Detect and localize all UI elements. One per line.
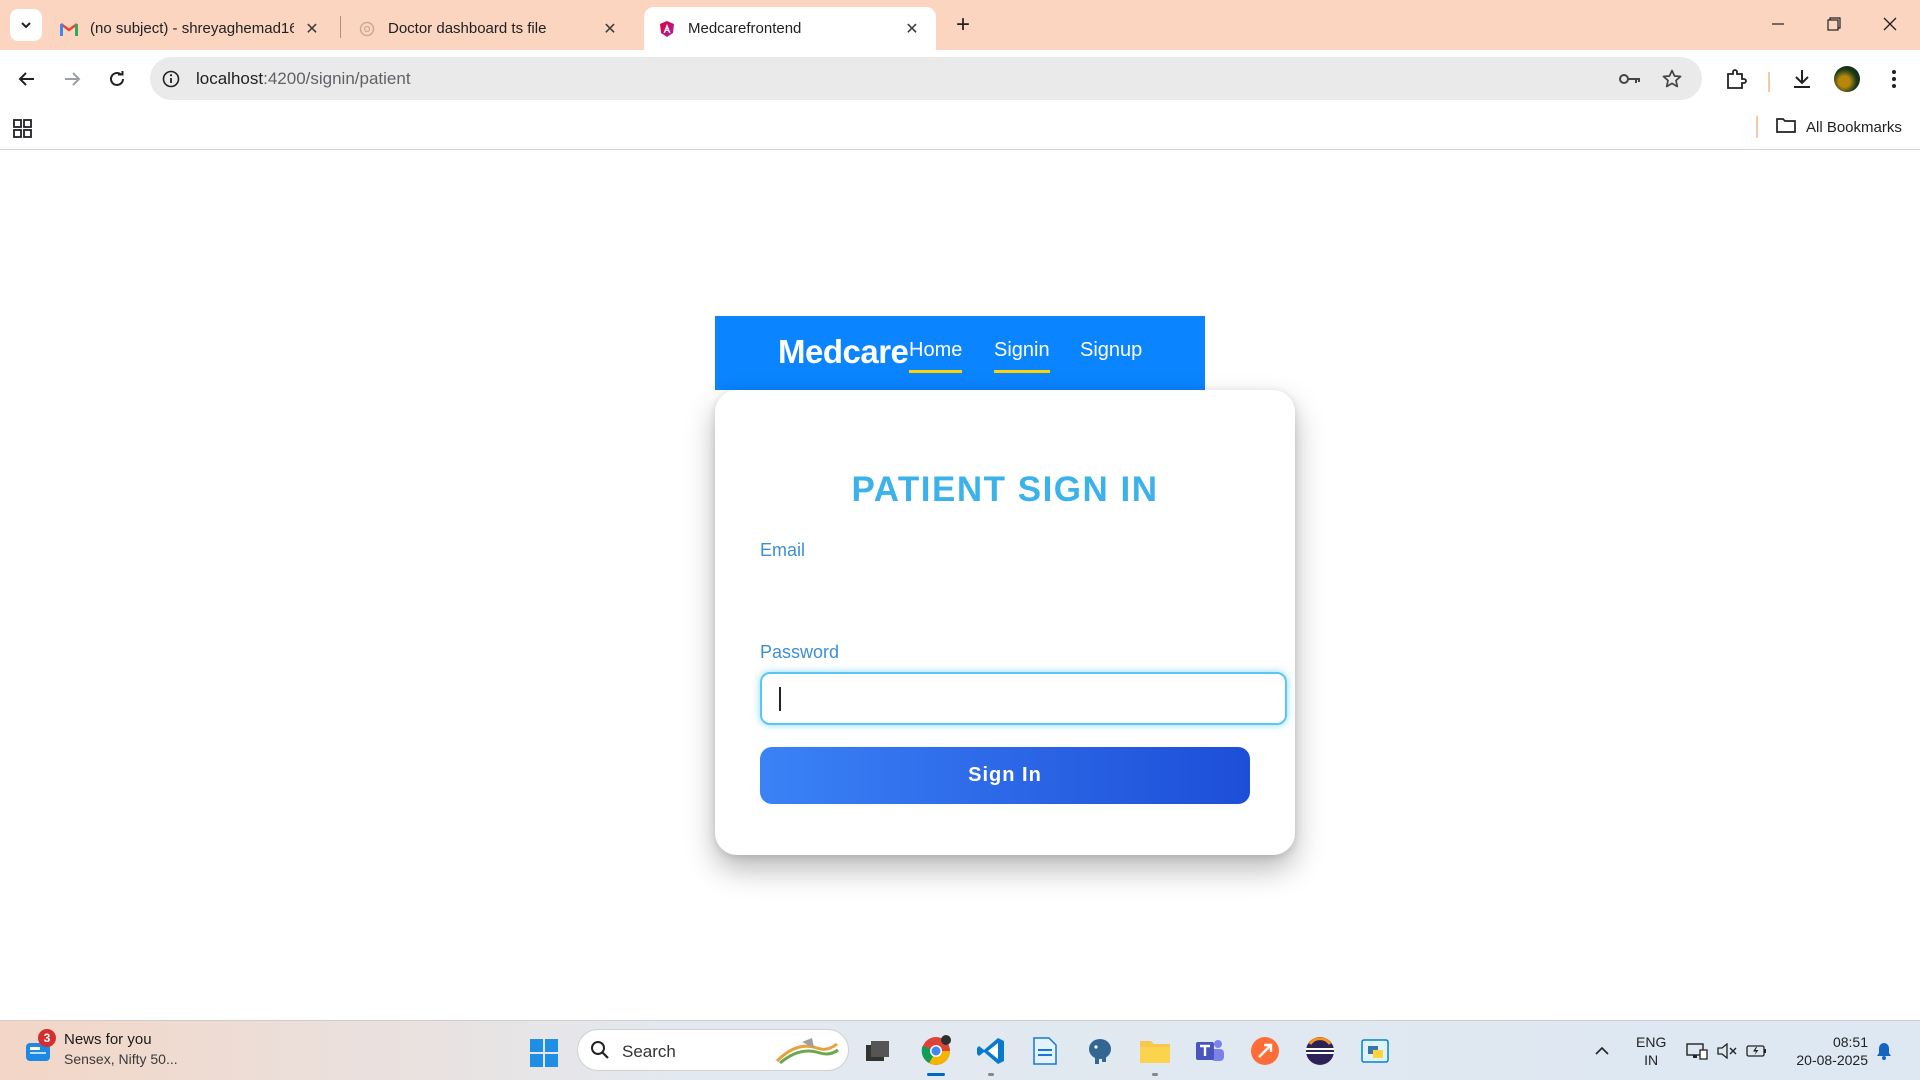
close-window-button[interactable]: [1862, 0, 1918, 48]
menu-button[interactable]: [1878, 63, 1910, 95]
teams-icon[interactable]: [1191, 1032, 1229, 1070]
minimize-icon: [1772, 23, 1784, 25]
apps-grid-icon[interactable]: [12, 117, 36, 141]
arrow-left-icon: [18, 72, 34, 86]
postgresql-icon[interactable]: [1081, 1032, 1119, 1070]
search-icon: [590, 1040, 610, 1065]
system-clock[interactable]: 08:51 20-08-2025: [1786, 1033, 1868, 1069]
text-cursor: [779, 687, 781, 711]
nav-link-signup[interactable]: Signup: [1080, 339, 1142, 370]
tab-strip: (no subject) - shreyaghemad16 ✕ Doctor d…: [0, 0, 1920, 50]
reload-button[interactable]: [101, 63, 133, 95]
minimize-button[interactable]: [1750, 0, 1806, 48]
search-highlight-icon: [772, 1036, 842, 1066]
all-bookmarks-button[interactable]: All Bookmarks: [1776, 117, 1902, 137]
tab-search-button[interactable]: [10, 9, 42, 41]
restore-button[interactable]: [1806, 0, 1862, 48]
site-info-icon[interactable]: [160, 68, 182, 90]
close-icon: [1883, 17, 1897, 31]
tab-divider: [340, 16, 341, 38]
language-indicator[interactable]: ENG IN: [1636, 1033, 1666, 1069]
email-label: Email: [760, 540, 806, 560]
password-key-icon[interactable]: [1618, 67, 1642, 91]
tab-title: Doctor dashboard ts file: [388, 20, 547, 37]
news-title[interactable]: News for you: [64, 1031, 152, 1048]
taskbar-search[interactable]: Search: [577, 1029, 849, 1071]
all-bookmarks-label: All Bookmarks: [1806, 118, 1902, 136]
new-tab-button[interactable]: +: [950, 11, 976, 38]
notification-bell-icon[interactable]: [1872, 1021, 1896, 1080]
gmail-icon: [60, 20, 78, 38]
chevron-up-icon[interactable]: [1590, 1021, 1614, 1080]
extensions-button[interactable]: [1720, 63, 1752, 95]
task-view-icon[interactable]: [859, 1032, 897, 1070]
python-installer-icon[interactable]: [1356, 1032, 1394, 1070]
bookmarks-bar: All Bookmarks: [0, 108, 1920, 150]
restore-icon: [1827, 17, 1841, 31]
close-icon[interactable]: ✕: [902, 19, 922, 39]
password-label: Password: [760, 642, 840, 662]
star-icon[interactable]: [1660, 67, 1684, 91]
arrow-right-icon: [65, 72, 81, 86]
forward-button[interactable]: [56, 63, 88, 95]
network-icon[interactable]: [1684, 1021, 1710, 1080]
news-subtitle[interactable]: Sensex, Nifty 50...: [64, 1051, 178, 1067]
chrome-icon[interactable]: [917, 1032, 955, 1076]
tab-title: (no subject) - shreyaghemad16: [90, 20, 294, 37]
running-indicator: [1152, 1073, 1158, 1076]
news-badge: 3: [38, 1029, 56, 1047]
page-content: Medcare Home Signin Signup PATIENT SIGN …: [0, 150, 1920, 1020]
url-text: localhost:4200/signin/patient: [196, 69, 411, 88]
tab-gmail[interactable]: (no subject) - shreyaghemad16 ✕: [46, 7, 336, 50]
download-icon: [1794, 70, 1810, 88]
windows-start-icon[interactable]: [529, 1038, 559, 1068]
tab-doctor-dashboard[interactable]: Doctor dashboard ts file ✕: [344, 7, 634, 50]
eclipse-icon[interactable]: [1301, 1032, 1339, 1070]
folder-icon: [1776, 117, 1796, 137]
chevron-down-icon: [21, 22, 31, 29]
tab-medcarefrontend[interactable]: Medcarefrontend ✕: [644, 7, 936, 50]
postman-icon[interactable]: [1246, 1032, 1284, 1070]
battery-icon[interactable]: [1744, 1021, 1770, 1080]
email-field[interactable]: [760, 566, 1250, 618]
signin-card: PATIENT SIGN IN Email Password Sign In: [715, 390, 1295, 855]
nav-link-signin[interactable]: Signin: [994, 339, 1050, 373]
tab-title: Medcarefrontend: [688, 20, 802, 37]
browser-toolbar: localhost:4200/signin/patient: [0, 50, 1920, 108]
nav-link-home[interactable]: Home: [909, 339, 963, 373]
kebab-menu-icon: [1892, 70, 1896, 88]
document-app-icon[interactable]: [1026, 1032, 1064, 1070]
page-title: PATIENT SIGN IN: [851, 470, 1159, 509]
running-indicator: [988, 1073, 994, 1076]
chatgpt-icon: [358, 20, 376, 38]
reload-icon: [110, 71, 124, 86]
downloads-button[interactable]: [1786, 63, 1818, 95]
profile-avatar[interactable]: [1834, 66, 1860, 92]
back-button[interactable]: [11, 63, 43, 95]
toolbar-divider: [1768, 72, 1770, 92]
puzzle-icon: [1727, 69, 1747, 89]
sign-in-button[interactable]: Sign In: [760, 747, 1250, 804]
brand-logo[interactable]: Medcare: [778, 333, 909, 371]
address-bar[interactable]: localhost:4200/signin/patient: [150, 57, 1702, 100]
angular-icon: [658, 20, 676, 38]
file-explorer-icon[interactable]: [1136, 1032, 1174, 1076]
bookmarks-divider: [1756, 116, 1758, 138]
close-icon[interactable]: ✕: [600, 19, 620, 39]
password-field[interactable]: [760, 672, 1287, 725]
windows-taskbar: 3 News for you Sensex, Nifty 50... Searc…: [0, 1020, 1920, 1080]
close-icon[interactable]: ✕: [302, 19, 322, 39]
vscode-icon[interactable]: [972, 1032, 1010, 1076]
active-indicator: [927, 1073, 945, 1076]
volume-muted-icon[interactable]: [1714, 1021, 1740, 1080]
app-navbar: Medcare Home Signin Signup: [715, 316, 1205, 390]
search-label: Search: [622, 1042, 676, 1061]
